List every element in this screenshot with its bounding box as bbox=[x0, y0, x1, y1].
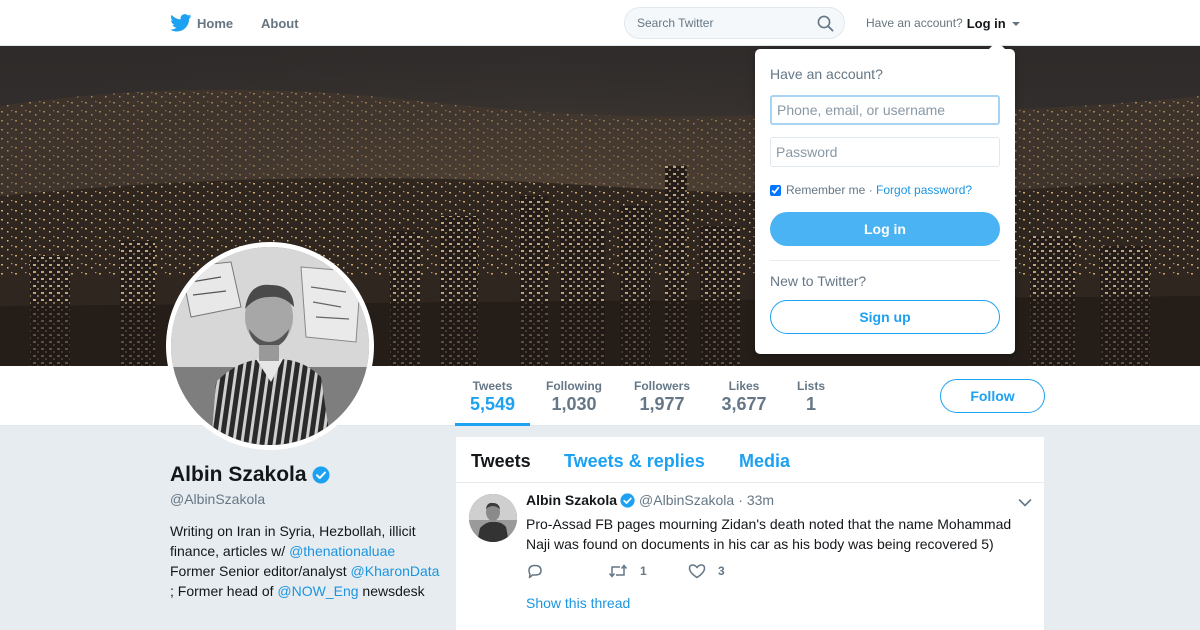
login-menu-toggle[interactable]: Log in bbox=[967, 16, 1021, 31]
verified-badge-icon bbox=[312, 466, 330, 484]
stat-lists-value: 1 bbox=[805, 394, 816, 414]
tweet[interactable]: Albin Szakola @AlbinSzakola · 33m Pro-As… bbox=[456, 483, 1044, 630]
twitter-bird-icon bbox=[170, 14, 192, 32]
timeline-tabs: Tweets Tweets & replies Media bbox=[456, 437, 1044, 483]
search-input[interactable] bbox=[637, 16, 807, 30]
tab-tweets-replies[interactable]: Tweets & replies bbox=[564, 451, 705, 472]
reply-action[interactable] bbox=[526, 563, 556, 579]
search-box bbox=[624, 7, 845, 39]
nav-home[interactable]: Home bbox=[170, 0, 233, 46]
bio-mention-kharondata[interactable]: @KharonData bbox=[351, 563, 440, 579]
profile-name: Albin Szakola bbox=[170, 463, 330, 487]
stat-followers-value: 1,977 bbox=[639, 394, 685, 414]
tab-media[interactable]: Media bbox=[739, 451, 790, 472]
remember-row: Remember me · Forgot password? bbox=[770, 183, 972, 197]
stat-likes-label: Likes bbox=[728, 379, 760, 393]
login-prompt: Have an account? Log in bbox=[866, 0, 1021, 46]
bio-text-4: newsdesk bbox=[358, 583, 425, 599]
stat-lists-label: Lists bbox=[796, 379, 825, 393]
profile-bio: Writing on Iran in Syria, Hezbollah, ill… bbox=[170, 521, 440, 601]
forgot-password-link[interactable]: Forgot password? bbox=[876, 183, 972, 197]
bio-text-3: ; Former head of bbox=[170, 583, 278, 599]
stat-followers-label: Followers bbox=[633, 379, 690, 393]
profile-name-text[interactable]: Albin Szakola bbox=[170, 463, 307, 487]
like-action[interactable]: 3 bbox=[688, 563, 725, 579]
tweet-separator: · bbox=[738, 492, 743, 508]
dropdown-divider bbox=[770, 260, 1000, 261]
stat-tweets-label: Tweets bbox=[472, 379, 513, 393]
password-field[interactable] bbox=[770, 137, 1000, 167]
new-to-twitter-text: New to Twitter? bbox=[770, 273, 867, 289]
stat-tweets-value: 5,549 bbox=[469, 394, 516, 414]
nav-home-label: Home bbox=[197, 15, 234, 31]
like-count: 3 bbox=[718, 564, 725, 578]
show-thread-link[interactable]: Show this thread bbox=[526, 595, 630, 611]
top-navigation: Home About Have an account? Log in bbox=[0, 0, 1200, 46]
login-link-label: Log in bbox=[966, 15, 1006, 31]
stat-likes-value: 3,677 bbox=[721, 394, 767, 414]
tweet-header: Albin Szakola @AlbinSzakola · 33m bbox=[526, 492, 774, 508]
remember-me-label[interactable]: Remember me bbox=[786, 183, 865, 197]
search-icon[interactable] bbox=[817, 15, 834, 32]
verified-badge-icon bbox=[620, 492, 635, 508]
tweet-avatar[interactable] bbox=[469, 494, 517, 542]
tweet-actions: 1 3 bbox=[526, 563, 826, 583]
heart-icon bbox=[688, 564, 706, 579]
timeline: Tweets Tweets & replies Media Albin Szak… bbox=[456, 437, 1044, 630]
stat-tweets[interactable]: Tweets 5,549 bbox=[455, 366, 530, 426]
login-button[interactable]: Log in bbox=[770, 212, 1000, 246]
profile-avatar[interactable] bbox=[166, 242, 374, 450]
stat-lists[interactable]: Lists 1 bbox=[790, 366, 832, 426]
signup-button[interactable]: Sign up bbox=[770, 300, 1000, 334]
avatar-photo bbox=[171, 247, 369, 445]
stat-following-label: Following bbox=[546, 379, 602, 393]
tweet-author-handle[interactable]: @AlbinSzakola bbox=[639, 492, 734, 508]
chevron-down-icon[interactable] bbox=[1018, 498, 1032, 508]
retweet-count: 1 bbox=[640, 564, 647, 578]
nav-about[interactable]: About bbox=[261, 0, 299, 46]
remember-me-checkbox[interactable] bbox=[770, 184, 781, 196]
bio-mention-thenationaluae[interactable]: @thenationaluae bbox=[289, 543, 395, 559]
chevron-down-icon bbox=[1012, 22, 1021, 27]
bio-text-2: Former Senior editor/analyst bbox=[170, 563, 351, 579]
stat-following-value: 1,030 bbox=[551, 394, 597, 414]
stat-following[interactable]: Following 1,030 bbox=[540, 366, 608, 426]
remember-separator: · bbox=[865, 183, 877, 197]
have-account-text: Have an account? bbox=[866, 16, 963, 30]
profile-handle[interactable]: @AlbinSzakola bbox=[170, 491, 265, 507]
tweet-text: Pro-Assad FB pages mourning Zidan's deat… bbox=[526, 516, 1012, 552]
follow-button[interactable]: Follow bbox=[940, 379, 1045, 413]
retweet-icon bbox=[608, 564, 628, 578]
login-dropdown-heading: Have an account? bbox=[770, 66, 883, 82]
stat-followers[interactable]: Followers 1,977 bbox=[628, 366, 696, 426]
reply-icon bbox=[528, 564, 542, 579]
dropdown-arrow bbox=[988, 41, 1006, 50]
bio-mention-now-eng[interactable]: @NOW_Eng bbox=[277, 583, 358, 599]
username-field[interactable] bbox=[770, 95, 1000, 125]
retweet-action[interactable]: 1 bbox=[608, 563, 647, 579]
tweet-avatar-image bbox=[469, 494, 517, 542]
login-dropdown: Have an account? Remember me · Forgot pa… bbox=[755, 41, 1015, 354]
tab-tweets[interactable]: Tweets bbox=[471, 451, 531, 472]
tweet-timestamp[interactable]: 33m bbox=[747, 492, 774, 508]
stat-likes[interactable]: Likes 3,677 bbox=[716, 366, 772, 426]
avatar-portrait-image bbox=[171, 247, 369, 445]
tweet-author-name[interactable]: Albin Szakola bbox=[526, 492, 617, 508]
